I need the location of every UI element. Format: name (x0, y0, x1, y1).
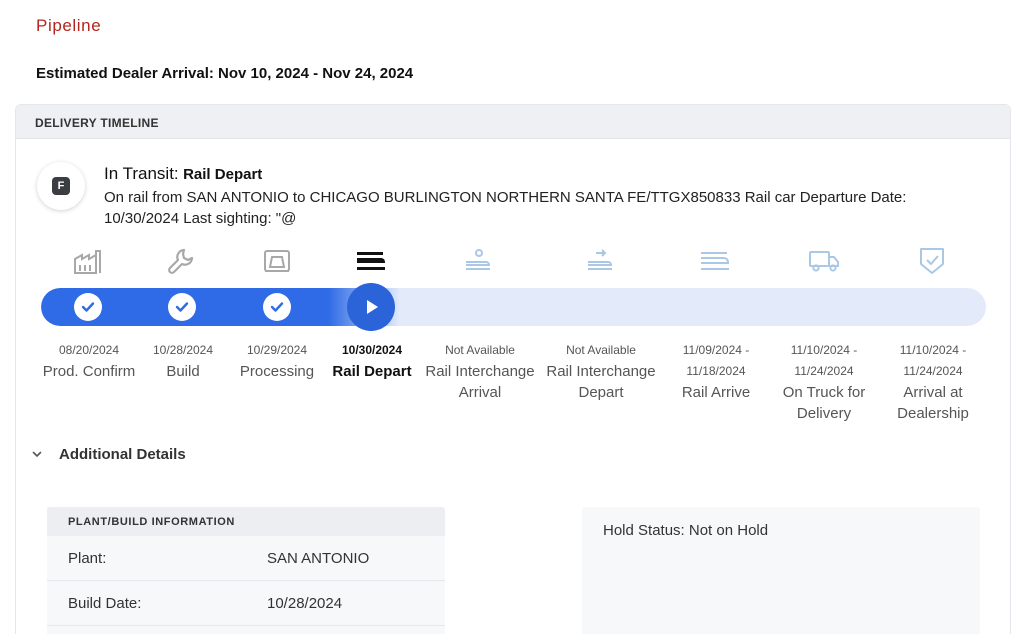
wrench-icon (162, 244, 202, 278)
stage-date: 11/10/2024 - 11/24/2024 (899, 343, 967, 378)
plant-build-info: PLANT/BUILD INFORMATION Plant: SAN ANTON… (47, 507, 445, 634)
stage-date: 11/09/2024 - 11/18/2024 (682, 343, 750, 378)
stage-rail-interchange-arrival: Not Available Rail Interchange Arrival (418, 340, 542, 403)
stage-name: On Truck for Delivery (782, 384, 866, 422)
delivery-timeline-card: DELIVERY TIMELINE F In Transit: Rail Dep… (15, 104, 1011, 634)
truck-icon (804, 244, 844, 278)
stage-on-truck: 11/10/2024 - 11/24/2024 On Truck for Del… (762, 340, 886, 424)
additional-details-toggle[interactable]: Additional Details (31, 446, 186, 463)
additional-details-label: Additional Details (59, 446, 186, 463)
plant-build-header: PLANT/BUILD INFORMATION (47, 507, 445, 536)
play-icon (367, 300, 378, 314)
stage-rail-arrive: 11/09/2024 - 11/18/2024 Rail Arrive (654, 340, 778, 403)
current-stage-marker (347, 283, 395, 331)
stage-rail-interchange-depart: Not Available Rail Interchange Depart (539, 340, 663, 403)
processing-icon (257, 244, 297, 278)
chevron-down-icon (31, 449, 43, 461)
plant-row: Plant: SAN ANTONIO (47, 536, 445, 581)
build-date-row: Build Date: 10/28/2024 (47, 581, 445, 626)
stage-date: Not Available (566, 343, 636, 357)
shield-check-icon (912, 244, 952, 278)
hold-status: Hold Status: Not on Hold (582, 507, 980, 634)
stage-name: Arrival at Dealership (897, 384, 969, 422)
status-badge: F (37, 162, 85, 210)
transit-status-label: In Transit: (104, 164, 179, 183)
train-icon (351, 244, 391, 278)
stage-date: Not Available (445, 343, 515, 357)
build-date-key: Build Date: (68, 594, 142, 612)
plant-value: SAN ANTONIO (267, 549, 370, 567)
status-badge-letter: F (52, 177, 70, 195)
stage-name: Rail Interchange Depart (546, 363, 656, 401)
arrival-label: Estimated Dealer Arrival: (36, 65, 214, 82)
stage-name: Rail Interchange Arrival (425, 363, 535, 401)
transit-status: In Transit: Rail Depart (104, 164, 262, 184)
check-icon (263, 293, 291, 321)
stage-rail-depart: 10/30/2024 Rail Depart (310, 340, 434, 382)
plant-key: Plant: (68, 549, 107, 567)
stage-name: Rail Arrive (681, 384, 751, 401)
transit-description: On rail from SAN ANTONIO to CHICAGO BURL… (104, 189, 907, 227)
check-icon (74, 293, 102, 321)
stage-date: 11/10/2024 - 11/24/2024 (790, 343, 858, 378)
stage-name: Rail Depart (332, 363, 412, 380)
stage-arrival-dealership: 11/10/2024 - 11/24/2024 Arrival at Deale… (871, 340, 995, 424)
check-icon (168, 293, 196, 321)
transit-status-value: Rail Depart (183, 166, 263, 183)
page-title: Pipeline (36, 16, 102, 35)
estimated-arrival: Estimated Dealer Arrival: Nov 10, 2024 -… (36, 65, 413, 82)
delivery-timeline-header: DELIVERY TIMELINE (16, 105, 1010, 139)
rail-interchange-arrival-icon (458, 244, 498, 278)
rail-interchange-depart-icon (580, 244, 620, 278)
arrival-range: Nov 10, 2024 - Nov 24, 2024 (218, 65, 414, 82)
factory-icon (68, 244, 108, 278)
stage-date: 10/30/2024 (341, 343, 403, 357)
build-date-value: 10/28/2024 (267, 594, 343, 612)
train-arrive-icon (695, 244, 735, 278)
